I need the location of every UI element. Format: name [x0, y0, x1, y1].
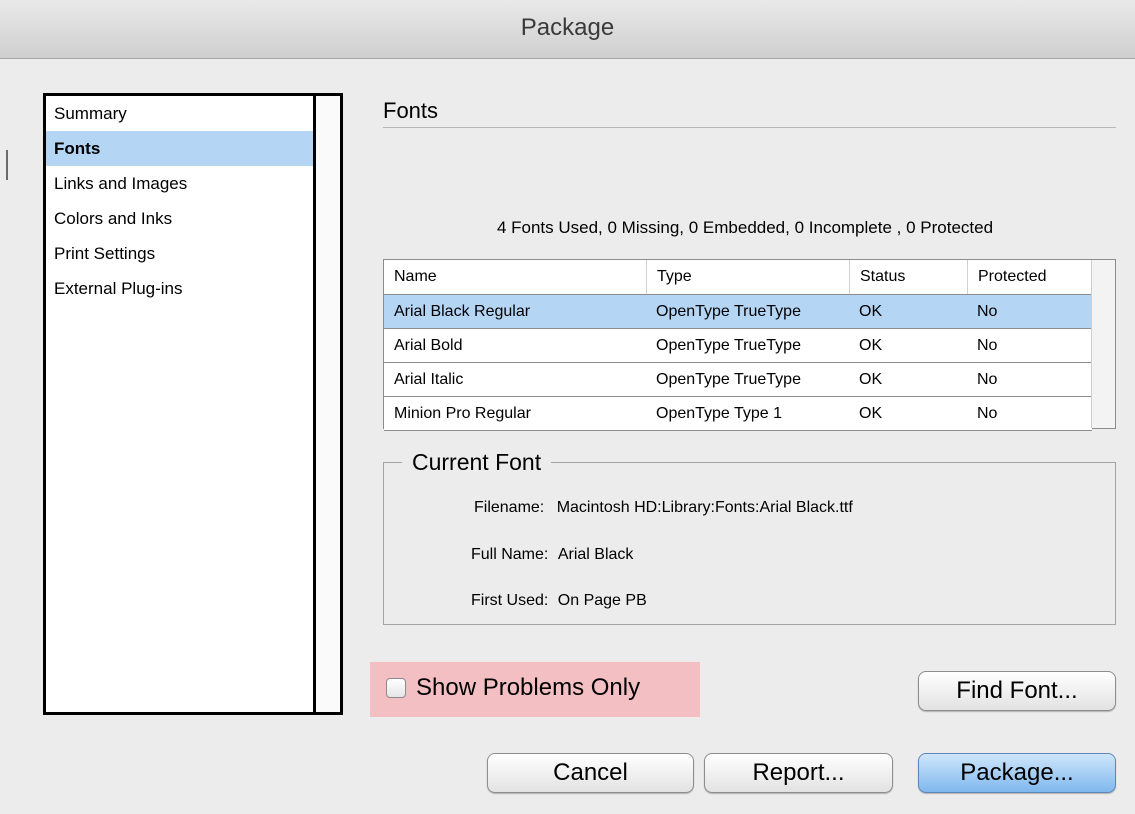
- filename-value: Macintosh HD:Library:Fonts:Arial Black.t…: [556, 499, 853, 516]
- first-used-label: First Used:: [471, 592, 549, 609]
- column-header-protected[interactable]: Protected: [967, 260, 1092, 294]
- cell-status: OK: [859, 337, 883, 354]
- section-title: Fonts: [383, 98, 439, 123]
- package-button[interactable]: Package...: [918, 753, 1116, 793]
- table-header: Name Type Status Protected: [384, 260, 1092, 295]
- cell-type: OpenType TrueType: [656, 371, 801, 388]
- sidebar-item-summary[interactable]: Summary: [46, 96, 318, 131]
- cell-type: OpenType TrueType: [656, 337, 801, 354]
- table-row[interactable]: Arial Black Regular OpenType TrueType OK…: [384, 295, 1092, 329]
- cell-name: Minion Pro Regular: [394, 405, 531, 422]
- sidebar-item-print-settings[interactable]: Print Settings: [46, 236, 318, 271]
- table-scrollbar[interactable]: [1091, 260, 1115, 428]
- first-used-value: On Page PB: [557, 592, 647, 609]
- filename-label: Filename:: [474, 499, 545, 516]
- cell-status: OK: [859, 371, 883, 388]
- fullname-label: Full Name:: [471, 546, 549, 563]
- column-header-name[interactable]: Name: [384, 260, 646, 294]
- filename-row: Filename: Macintosh HD:Library:Fonts:Ari…: [474, 499, 853, 517]
- find-font-button[interactable]: Find Font...: [918, 671, 1116, 711]
- show-problems-label[interactable]: Show Problems Only: [416, 674, 640, 702]
- current-font-legend: Current Font: [402, 448, 552, 476]
- package-dialog: Package Summary Fonts Links and Images C…: [0, 0, 1135, 814]
- table-row[interactable]: Arial Italic OpenType TrueType OK No: [384, 363, 1092, 397]
- section-divider: [383, 127, 1116, 128]
- table-row[interactable]: Arial Bold OpenType TrueType OK No: [384, 329, 1092, 363]
- cell-protected: No: [977, 337, 998, 354]
- cell-status: OK: [859, 303, 883, 320]
- current-font-group: Current Font Filename: Macintosh HD:Libr…: [383, 448, 1116, 625]
- cell-protected: No: [977, 303, 998, 320]
- fonts-summary: 4 Fonts Used, 0 Missing, 0 Embedded, 0 I…: [496, 218, 994, 237]
- cell-name: Arial Black Regular: [394, 303, 531, 320]
- cell-name: Arial Bold: [394, 337, 463, 354]
- cell-protected: No: [977, 371, 998, 388]
- column-header-type[interactable]: Type: [646, 260, 849, 294]
- fonts-table[interactable]: Name Type Status Protected Arial Black R…: [383, 259, 1116, 431]
- cell-type: OpenType TrueType: [656, 303, 801, 320]
- cell-status: OK: [859, 405, 883, 422]
- report-button[interactable]: Report...: [704, 753, 893, 793]
- cell-type: OpenType Type 1: [656, 405, 783, 422]
- sidebar-item-links-and-images[interactable]: Links and Images: [46, 166, 318, 201]
- window-edge-mark: [6, 150, 8, 180]
- fullname-value: Arial Black: [557, 546, 634, 563]
- sidebar-item-external-plug-ins[interactable]: External Plug-ins: [46, 271, 318, 306]
- cell-protected: No: [977, 405, 998, 422]
- category-list[interactable]: Summary Fonts Links and Images Colors an…: [43, 93, 343, 715]
- fullname-row: Full Name: Arial Black: [471, 546, 633, 564]
- cell-name: Arial Italic: [394, 371, 464, 388]
- title-bar: Package: [0, 0, 1135, 59]
- first-used-row: First Used: On Page PB: [471, 592, 647, 610]
- show-problems-highlight: Show Problems Only: [370, 662, 700, 717]
- sidebar-scrollbar[interactable]: [313, 96, 340, 712]
- sidebar-item-fonts[interactable]: Fonts: [46, 131, 318, 166]
- show-problems-checkbox[interactable]: [386, 678, 406, 698]
- cancel-button[interactable]: Cancel: [487, 753, 694, 793]
- table-row[interactable]: Minion Pro Regular OpenType Type 1 OK No: [384, 397, 1092, 431]
- window-title: Package: [520, 14, 615, 41]
- column-header-status[interactable]: Status: [849, 260, 967, 294]
- sidebar-item-colors-and-inks[interactable]: Colors and Inks: [46, 201, 318, 236]
